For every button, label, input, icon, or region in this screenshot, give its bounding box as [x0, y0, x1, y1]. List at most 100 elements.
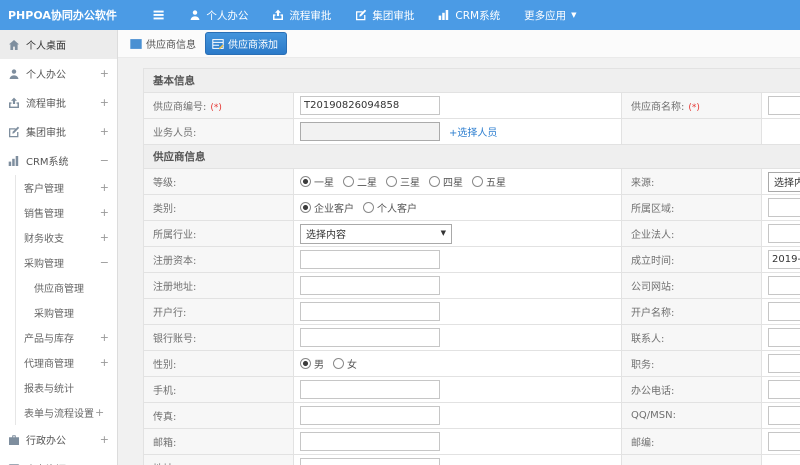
level-option-3[interactable]: 四星 — [429, 174, 463, 189]
section-title: 供应商信息 — [143, 144, 800, 169]
sidebar-item-group-approval[interactable]: 集团审批 + — [0, 117, 117, 146]
gender-label: 性别: — [143, 350, 294, 377]
sidebar-item-label: 产品与库存 — [24, 334, 74, 345]
expand-plus-icon[interactable]: + — [100, 332, 111, 343]
collapse-minus-icon[interactable]: − — [100, 257, 111, 268]
gender-option-0[interactable]: 男 — [300, 356, 324, 371]
gender-radio-0[interactable] — [300, 357, 311, 369]
menu-icon[interactable]: ≡ — [152, 7, 165, 23]
gender-radio-1[interactable] — [333, 357, 344, 369]
level-option-2[interactable]: 三星 — [386, 174, 420, 189]
account-name-label: 开户名称: — [621, 298, 762, 325]
bank-branch-label: 开户行: — [143, 298, 294, 325]
supplier-name-input[interactable] — [768, 96, 800, 115]
industry-select[interactable]: 选择内容 ▼ — [300, 223, 452, 244]
zip-code-input[interactable] — [768, 432, 800, 451]
level-radio-0[interactable] — [300, 175, 311, 187]
sidebar-item-label: 行政办公 — [26, 436, 66, 447]
account-name-input[interactable] — [768, 302, 800, 321]
level-radio-1[interactable] — [343, 175, 354, 187]
level-radio-2[interactable] — [386, 175, 397, 187]
sidebar-item-sales-mgmt[interactable]: 销售管理 + — [0, 200, 117, 225]
expand-plus-icon[interactable]: + — [100, 207, 111, 218]
account-name-value-cell — [761, 298, 800, 325]
form-row: 等级: 一星 二星 三星 四星 五星 来源: 选择内容▼ — [143, 168, 800, 195]
sidebar-item-purchase-mgmt[interactable]: 采购管理 − — [0, 250, 117, 275]
radio-label: 一星 — [314, 177, 334, 189]
tab-supplier-add[interactable]: 供应商添加 — [205, 32, 287, 55]
gender-option-1[interactable]: 女 — [333, 356, 357, 371]
business-person-label: 业务人员: — [143, 118, 294, 145]
level-radio-4[interactable] — [472, 175, 483, 187]
expand-plus-icon[interactable]: + — [100, 97, 111, 108]
fax-input[interactable] — [300, 406, 440, 425]
nav-item-workflow-approval[interactable]: 流程审批 — [272, 8, 331, 23]
sidebar-item-reports-stats[interactable]: 报表与统计 — [0, 375, 117, 400]
email-label: 邮箱: — [143, 428, 294, 455]
bank-branch-input[interactable] — [300, 302, 440, 321]
level-value-cell: 一星 二星 三星 四星 五星 — [293, 168, 622, 195]
zip-code-label: 邮编: — [621, 428, 762, 455]
sidebar-item-finance-mgmt[interactable]: 财务收支 + — [0, 225, 117, 250]
supplier-code-input[interactable] — [300, 96, 440, 115]
nav-item-more-apps[interactable]: 更多应用 ▼ — [524, 8, 576, 23]
region-input[interactable] — [768, 198, 800, 217]
tab-supplier-info[interactable]: 供应商信息 — [130, 36, 196, 51]
level-radio-3[interactable] — [429, 175, 440, 187]
chart-icon — [438, 9, 450, 21]
source-select[interactable]: 选择内容▼ — [768, 171, 800, 192]
sidebar-item-workflow-approval[interactable]: 流程审批 + — [0, 88, 117, 117]
level-option-1[interactable]: 二星 — [343, 174, 377, 189]
contact-person-input[interactable] — [768, 328, 800, 347]
caret-down-icon: ▼ — [440, 229, 446, 237]
sidebar-item-purchasing-mgmt[interactable]: 采购管理 — [0, 300, 117, 325]
expand-plus-icon[interactable]: + — [95, 407, 104, 418]
section-header-row: 基本信息 — [143, 68, 800, 93]
sidebar-item-personal-office[interactable]: 个人办公 + — [0, 59, 117, 88]
form-row: 所属行业: 选择内容 ▼ 企业法人: — [143, 220, 800, 247]
sidebar-item-personal-desktop[interactable]: 个人桌面 — [0, 30, 117, 59]
sidebar-item-human-resources[interactable]: 人力资源+ — [0, 454, 117, 465]
sidebar-item-crm-system[interactable]: CRM系统 − — [0, 146, 117, 175]
category-radio-0[interactable] — [300, 201, 311, 213]
fax-label: 传真: — [143, 402, 294, 429]
sidebar-item-product-inventory[interactable]: 产品与库存 + — [0, 325, 117, 350]
office-phone-input[interactable] — [768, 380, 800, 399]
bank-account-input[interactable] — [300, 328, 440, 347]
field-label: 类别: — [153, 204, 177, 215]
email-input[interactable] — [300, 432, 440, 451]
expand-plus-icon[interactable]: + — [100, 434, 111, 445]
sidebar-item-label: 表单与流程设置 — [24, 409, 94, 420]
category-option-1[interactable]: 个人客户 — [363, 200, 417, 215]
expand-plus-icon[interactable]: + — [100, 126, 111, 137]
company-website-input[interactable] — [768, 276, 800, 295]
nav-item-personal-office[interactable]: 个人办公 — [189, 8, 248, 23]
address-input[interactable] — [300, 458, 440, 465]
expand-plus-icon[interactable]: + — [100, 68, 111, 79]
sidebar-item-admin-office[interactable]: 行政办公 + — [0, 425, 117, 454]
sidebar-item-customer-mgmt[interactable]: 客户管理 + — [0, 175, 117, 200]
collapse-minus-icon[interactable]: − — [100, 155, 111, 166]
mobile-input[interactable] — [300, 380, 440, 399]
sidebar-item-form-flow-settings[interactable]: 表单与流程设置 + — [0, 400, 117, 425]
category-option-0[interactable]: 企业客户 — [300, 200, 354, 215]
founded-date-input[interactable] — [768, 250, 800, 269]
business-person-input[interactable] — [300, 122, 440, 141]
sidebar-item-agent-mgmt[interactable]: 代理商管理 + — [0, 350, 117, 375]
qq-msn-input[interactable] — [768, 406, 800, 425]
select-person-link[interactable]: +选择人员 — [449, 128, 497, 139]
level-option-4[interactable]: 五星 — [472, 174, 506, 189]
legal-person-input[interactable] — [768, 224, 800, 243]
category-radio-1[interactable] — [363, 201, 374, 213]
sidebar-item-supplier-mgmt[interactable]: 供应商管理 — [0, 275, 117, 300]
position-input[interactable] — [768, 354, 800, 373]
expand-plus-icon[interactable]: + — [100, 182, 111, 193]
nav-item-group-approval[interactable]: 集团审批 — [355, 8, 414, 23]
level-option-0[interactable]: 一星 — [300, 174, 334, 189]
registered-capital-input[interactable] — [300, 250, 440, 269]
expand-plus-icon[interactable]: + — [100, 232, 111, 243]
registered-address-input[interactable] — [300, 276, 440, 295]
nav-item-crm-system[interactable]: CRM系统 — [438, 8, 500, 23]
expand-plus-icon[interactable]: + — [100, 357, 111, 368]
select-value: 选择内容 — [774, 178, 800, 189]
